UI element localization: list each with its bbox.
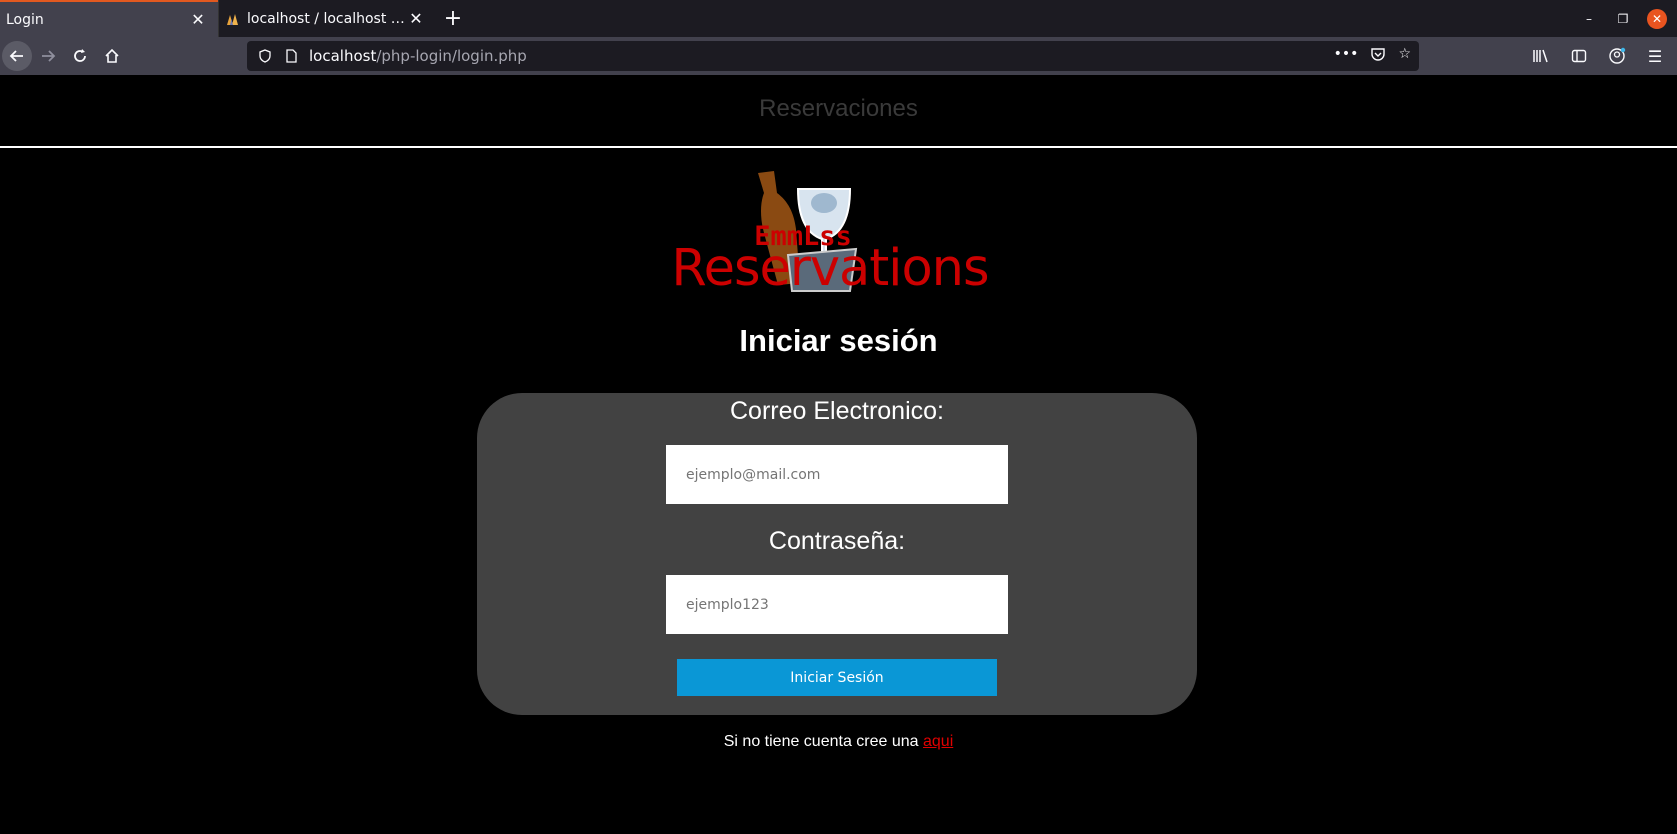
emmlss-reservations-logo: EmmLss Reservations (660, 163, 1000, 298)
email-field[interactable] (666, 445, 1008, 504)
phpmyadmin-favicon-icon (225, 11, 241, 27)
forward-icon[interactable] (32, 40, 64, 72)
tab-title: localhost / localhost / usuarios (247, 10, 406, 27)
restore-icon[interactable]: ❐ (1613, 9, 1633, 29)
nav-bar: localhost/php-login/login.php ••• ☆ ☰ (0, 37, 1677, 75)
tab-login[interactable]: Login ✕ (0, 0, 218, 37)
email-label: Correo Electronico: (730, 397, 944, 425)
back-icon[interactable] (2, 41, 32, 71)
tab-phpmyadmin[interactable]: localhost / localhost / usuarios ✕ (218, 0, 436, 37)
new-tab-icon[interactable]: + (436, 0, 470, 37)
url-path: /php-login/login.php (376, 47, 527, 65)
login-form: Correo Electronico: Contraseña: Iniciar … (477, 393, 1197, 715)
minimize-icon[interactable]: – (1579, 9, 1599, 29)
shield-icon[interactable] (257, 48, 273, 64)
site-brand[interactable]: Reservaciones (759, 95, 918, 123)
password-label: Contraseña: (768, 527, 906, 555)
signup-link[interactable]: aqui (923, 733, 953, 750)
home-icon[interactable] (96, 40, 128, 72)
window-close-icon[interactable]: ✕ (1647, 8, 1667, 29)
sidebar-icon[interactable] (1565, 41, 1593, 71)
close-icon[interactable]: ✕ (188, 10, 208, 30)
library-icon[interactable] (1527, 41, 1555, 71)
site-header: Reservaciones (0, 75, 1677, 148)
login-button[interactable]: Iniciar Sesión (677, 659, 997, 696)
star-icon[interactable]: ☆ (1398, 46, 1411, 66)
close-icon[interactable]: ✕ (406, 9, 426, 29)
page-content: Reservaciones EmmLss Reservations Inicia… (0, 75, 1677, 834)
address-bar[interactable]: localhost/php-login/login.php ••• ☆ (247, 41, 1419, 71)
page-title: Iniciar sesión (739, 323, 938, 358)
password-field[interactable] (666, 575, 1008, 634)
url-host: localhost (309, 47, 377, 65)
signup-text: Si no tiene cuenta cree una (723, 733, 923, 750)
menu-icon[interactable]: ☰ (1641, 41, 1669, 71)
tab-bar: Login ✕ localhost / localhost / usuarios… (0, 0, 1677, 37)
url-text: localhost/php-login/login.php (309, 47, 527, 65)
account-icon[interactable] (1603, 41, 1631, 71)
reload-icon[interactable] (64, 40, 96, 72)
more-icon[interactable]: ••• (1334, 46, 1359, 66)
signup-prompt: Si no tiene cuenta cree una aqui (0, 733, 1677, 751)
tab-title: Login (6, 11, 44, 28)
pocket-icon[interactable] (1370, 46, 1386, 66)
logo-main-text: Reservations (671, 239, 989, 298)
page-icon[interactable] (283, 48, 299, 64)
